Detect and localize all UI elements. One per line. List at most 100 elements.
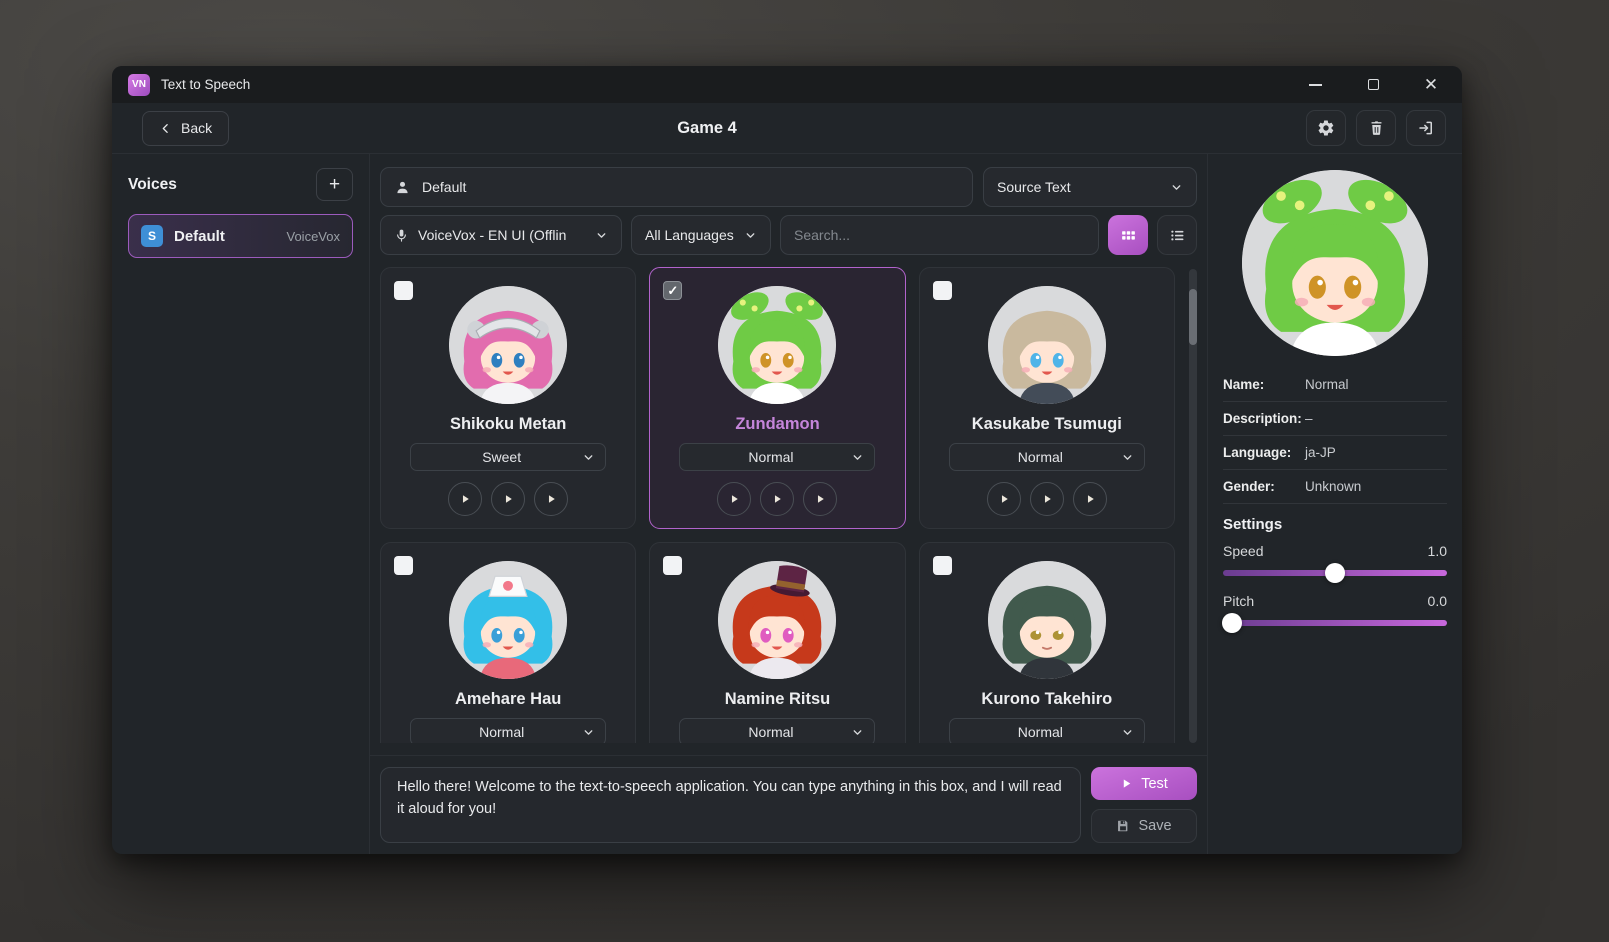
list-icon bbox=[1169, 227, 1186, 244]
search-input[interactable] bbox=[780, 215, 1099, 255]
play-sample-button[interactable] bbox=[803, 482, 837, 516]
save-button-label: Save bbox=[1138, 818, 1171, 834]
play-sample-button[interactable] bbox=[1073, 482, 1107, 516]
voice-avatar bbox=[988, 561, 1106, 679]
titlebar[interactable]: VN Text to Speech ✕ bbox=[112, 66, 1462, 103]
engine-select[interactable]: VoiceVox - EN UI (Offlin bbox=[380, 215, 622, 255]
scrollbar-thumb[interactable] bbox=[1189, 289, 1197, 345]
slider-label: Pitch bbox=[1223, 593, 1254, 609]
voice-card[interactable]: ✓ Kurono Takehiro Normal bbox=[919, 542, 1175, 743]
voices-heading: Voices bbox=[128, 176, 177, 194]
voice-style-select[interactable]: Normal bbox=[949, 443, 1145, 471]
voice-style-select[interactable]: Sweet bbox=[410, 443, 606, 471]
profile-name-field[interactable]: Default bbox=[380, 167, 973, 207]
signout-button[interactable] bbox=[1406, 110, 1446, 146]
play-sample-button[interactable] bbox=[717, 482, 751, 516]
play-icon bbox=[501, 492, 515, 506]
sidebar-item-engine: VoiceVox bbox=[287, 229, 341, 244]
voice-card[interactable]: ✓ Namine Ritsu Normal bbox=[649, 542, 905, 743]
play-icon bbox=[813, 492, 827, 506]
settings-button[interactable] bbox=[1306, 110, 1346, 146]
detail-label: Name: bbox=[1223, 377, 1305, 392]
play-icon bbox=[1040, 492, 1054, 506]
voice-select-checkbox[interactable]: ✓ bbox=[933, 281, 952, 300]
speech-text-input[interactable]: Hello there! Welcome to the text-to-spee… bbox=[380, 767, 1081, 843]
voice-avatar bbox=[718, 561, 836, 679]
voice-samples bbox=[717, 482, 837, 516]
voice-card[interactable]: ✓ Zundamon Normal bbox=[649, 267, 905, 529]
play-icon bbox=[770, 492, 784, 506]
delete-button[interactable] bbox=[1356, 110, 1396, 146]
back-button[interactable]: Back bbox=[142, 111, 229, 146]
slider-thumb[interactable] bbox=[1222, 613, 1242, 633]
speed-slider[interactable] bbox=[1223, 563, 1447, 583]
play-sample-button[interactable] bbox=[491, 482, 525, 516]
voice-select-checkbox[interactable]: ✓ bbox=[663, 556, 682, 575]
voice-select-checkbox[interactable]: ✓ bbox=[663, 281, 682, 300]
close-button[interactable]: ✕ bbox=[1422, 76, 1440, 94]
window-controls: ✕ bbox=[1306, 76, 1446, 94]
sidebar-item-default[interactable]: S Default VoiceVox bbox=[128, 214, 353, 258]
chevron-down-icon bbox=[1121, 451, 1134, 464]
details-list: Name:NormalDescription:–Language:ja-JPGe… bbox=[1223, 368, 1447, 504]
chevron-left-icon bbox=[159, 122, 172, 135]
detail-row: Language:ja-JP bbox=[1223, 436, 1447, 470]
play-sample-button[interactable] bbox=[1030, 482, 1064, 516]
header-actions bbox=[1306, 110, 1446, 146]
voice-style-select[interactable]: Normal bbox=[679, 718, 875, 743]
voice-card[interactable]: ✓ Kasukabe Tsumugi Normal bbox=[919, 267, 1175, 529]
app-window: VN Text to Speech ✕ Back Game 4 bbox=[112, 66, 1462, 854]
chevron-down-icon bbox=[744, 229, 757, 242]
play-sample-button[interactable] bbox=[987, 482, 1021, 516]
voice-style-select[interactable]: Normal bbox=[949, 718, 1145, 743]
voice-name: Kurono Takehiro bbox=[981, 690, 1112, 709]
slider-label: Speed bbox=[1223, 543, 1263, 559]
list-view-button[interactable] bbox=[1157, 215, 1197, 255]
voice-samples bbox=[987, 482, 1107, 516]
voice-style-label: Normal bbox=[960, 449, 1121, 465]
speed-row: Speed1.0 bbox=[1223, 543, 1447, 559]
sign-out-icon bbox=[1417, 119, 1435, 137]
voice-card[interactable]: ✓ Shikoku Metan Sweet bbox=[380, 267, 636, 529]
play-icon bbox=[727, 492, 741, 506]
play-sample-button[interactable] bbox=[760, 482, 794, 516]
save-button[interactable]: Save bbox=[1091, 809, 1197, 843]
grid-scrollbar[interactable] bbox=[1189, 269, 1197, 743]
slider-thumb[interactable] bbox=[1325, 563, 1345, 583]
play-icon bbox=[1083, 492, 1097, 506]
chevron-down-icon bbox=[1121, 726, 1134, 739]
detail-value: ja-JP bbox=[1305, 445, 1336, 460]
language-select[interactable]: All Languages bbox=[631, 215, 771, 255]
test-button[interactable]: Test bbox=[1091, 767, 1197, 800]
voice-samples bbox=[448, 482, 568, 516]
voice-select-checkbox[interactable]: ✓ bbox=[394, 556, 413, 575]
voice-card[interactable]: ✓ Amehare Hau Normal bbox=[380, 542, 636, 743]
source-text-select[interactable]: Source Text bbox=[983, 167, 1197, 207]
play-sample-button[interactable] bbox=[534, 482, 568, 516]
microphone-icon bbox=[394, 228, 409, 243]
voice-avatar bbox=[449, 561, 567, 679]
test-button-label: Test bbox=[1141, 776, 1168, 792]
play-sample-button[interactable] bbox=[448, 482, 482, 516]
voice-name: Namine Ritsu bbox=[725, 690, 830, 709]
window-body: Voices + S Default VoiceVox Default bbox=[112, 154, 1462, 854]
voice-select-checkbox[interactable]: ✓ bbox=[933, 556, 952, 575]
detail-label: Language: bbox=[1223, 445, 1305, 460]
main-content: Default Source Text VoiceVox - EN UI (Of… bbox=[370, 154, 1208, 854]
gear-icon bbox=[1317, 119, 1335, 137]
grid-view-button[interactable] bbox=[1108, 215, 1148, 255]
app-logo: VN bbox=[128, 74, 150, 96]
voice-select-checkbox[interactable]: ✓ bbox=[394, 281, 413, 300]
add-voice-button[interactable]: + bbox=[316, 168, 353, 201]
play-icon bbox=[458, 492, 472, 506]
detail-row: Gender:Unknown bbox=[1223, 470, 1447, 504]
minimize-button[interactable] bbox=[1306, 76, 1324, 94]
maximize-icon bbox=[1368, 79, 1379, 90]
voice-grid: ✓ Shikoku Metan Sweet ✓ Zundamon Normal … bbox=[380, 267, 1175, 743]
detail-row: Description:– bbox=[1223, 402, 1447, 436]
profile-name-value: Default bbox=[422, 179, 466, 195]
maximize-button[interactable] bbox=[1364, 76, 1382, 94]
pitch-slider[interactable] bbox=[1223, 613, 1447, 633]
voice-style-select[interactable]: Normal bbox=[679, 443, 875, 471]
voice-style-select[interactable]: Normal bbox=[410, 718, 606, 743]
